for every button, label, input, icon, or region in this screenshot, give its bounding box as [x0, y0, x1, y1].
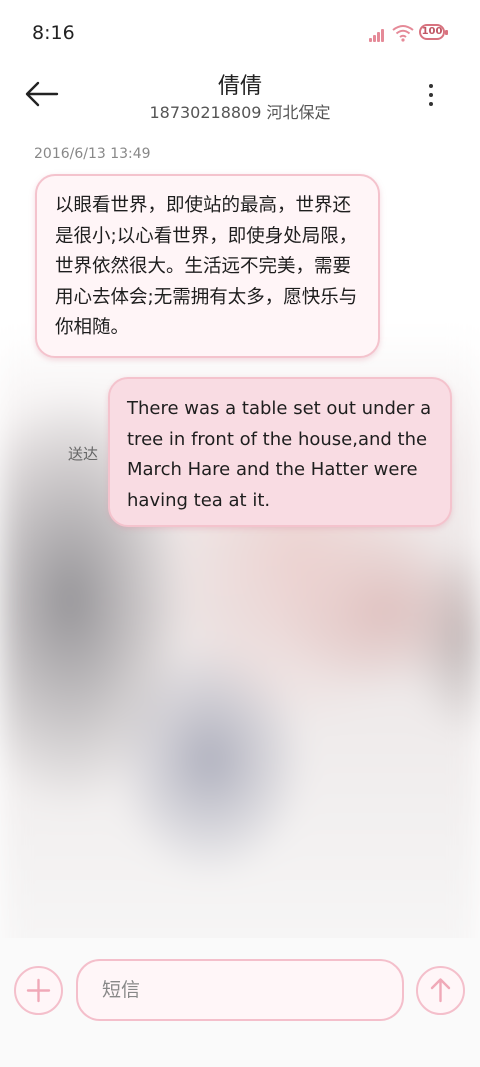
- message-input[interactable]: 短信: [76, 959, 404, 1021]
- contact-name: 倩倩: [217, 74, 262, 99]
- wifi-icon: [392, 25, 414, 42]
- contact-info: 18730218809 河北保定: [149, 103, 331, 122]
- status-bar: 8:16 100: [0, 0, 480, 66]
- add-attachment-button[interactable]: [14, 966, 63, 1015]
- status-time: 8:16: [32, 22, 75, 44]
- delivery-status: 送达: [68, 445, 99, 463]
- incoming-message-bubble[interactable]: 以眼看世界，即使站的最高，世界还是很小;以心看世界，即使身处局限，世界依然很大。…: [35, 174, 380, 358]
- plus-icon: [26, 978, 51, 1003]
- arrow-up-icon: [430, 978, 451, 1003]
- outgoing-message-bubble[interactable]: There was a table set out under a tree i…: [108, 377, 452, 527]
- message-input-placeholder: 短信: [102, 979, 141, 1001]
- message-text: There was a table set out under a tree i…: [127, 398, 432, 511]
- battery-icon: 100: [419, 24, 448, 40]
- message-text: 以眼看世界，即使站的最高，世界还是很小;以心看世界，即使身处局限，世界依然很大。…: [55, 195, 358, 338]
- more-vertical-icon[interactable]: [422, 82, 440, 108]
- message-timestamp: 2016/6/13 13:49: [34, 146, 151, 162]
- signal-icon: [369, 26, 387, 42]
- send-button[interactable]: [416, 966, 465, 1015]
